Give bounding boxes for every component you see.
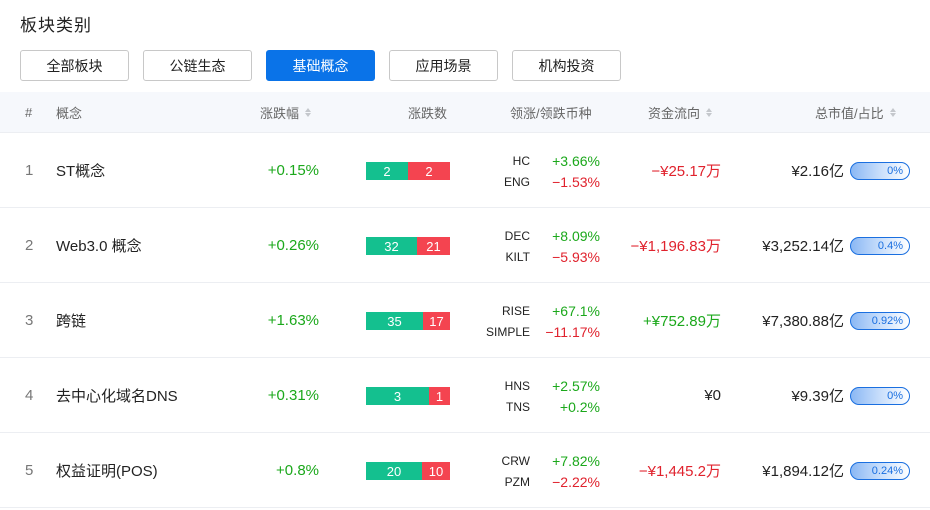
- fund-flow: −¥25.17万: [651, 163, 721, 180]
- category-tabs: 全部板块 公链生态 基础概念 应用场景 机构投资: [20, 50, 635, 81]
- market-share-pill: 0.92%: [850, 312, 910, 330]
- tab-basic-concepts[interactable]: 基础概念: [266, 50, 375, 81]
- leader-symbol[interactable]: SIMPLE: [470, 325, 530, 339]
- col-fund-flow-label: 资金流向: [648, 106, 701, 121]
- col-market-cap[interactable]: 总市值/占比: [815, 92, 896, 133]
- col-change-label: 涨跌幅: [260, 106, 300, 121]
- col-leaders: 领涨/领跌币种: [510, 106, 592, 121]
- leader-percent: +2.57%: [552, 377, 600, 394]
- leader-percent: +8.09%: [552, 227, 600, 244]
- leader-percent: +0.2%: [559, 398, 600, 415]
- market-share-pill: 0%: [850, 387, 910, 405]
- leader-symbol[interactable]: CRW: [470, 454, 530, 468]
- leader-percent: +7.82%: [552, 452, 600, 469]
- market-share-pill: 0%: [850, 162, 910, 180]
- fund-flow: ¥0: [704, 387, 721, 404]
- col-concept: 概念: [56, 106, 83, 121]
- col-market-cap-label: 总市值/占比: [815, 106, 884, 121]
- col-fund-flow[interactable]: 资金流向: [648, 92, 713, 133]
- leader-symbol[interactable]: DEC: [470, 229, 530, 243]
- sort-icon[interactable]: [305, 108, 312, 117]
- table-row[interactable]: 1 ST概念 +0.15% 2 2 HC +3.66% ENG −1.53% −¥2…: [0, 133, 930, 208]
- col-up-down-count: 涨跌数: [408, 106, 448, 121]
- leader-symbol[interactable]: KILT: [470, 250, 530, 264]
- fund-flow: −¥1,196.83万: [630, 238, 722, 255]
- leader-symbol[interactable]: RISE: [470, 304, 530, 318]
- sector-table-body: 1 ST概念 +0.15% 2 2 HC +3.66% ENG −1.53% −¥2…: [0, 133, 930, 508]
- market-share-pill: 0.4%: [850, 237, 910, 255]
- leader-symbol[interactable]: HNS: [470, 379, 530, 393]
- fund-flow: −¥1,445.2万: [638, 463, 721, 480]
- market-cap: ¥7,380.88亿: [762, 313, 844, 330]
- sort-icon[interactable]: [706, 108, 713, 117]
- leader-percent: +67.1%: [552, 302, 600, 319]
- market-cap: ¥3,252.14亿: [762, 238, 844, 255]
- table-row[interactable]: 4 去中心化域名DNS +0.31% 3 1 HNS +2.57% TNS +0.2…: [0, 358, 930, 433]
- leader-symbol[interactable]: PZM: [470, 475, 530, 489]
- fund-flow: +¥752.89万: [643, 313, 721, 330]
- table-header: # 概念 涨跌幅 涨跌数 领涨/领跌币种 资金流向 总市值/占比: [0, 92, 930, 133]
- section-title: 板块类别: [20, 16, 92, 35]
- tab-institutional[interactable]: 机构投资: [512, 50, 621, 81]
- tab-all-sectors[interactable]: 全部板块: [20, 50, 129, 81]
- col-change[interactable]: 涨跌幅: [260, 92, 312, 133]
- leader-percent: +3.66%: [552, 152, 600, 169]
- tab-public-chain[interactable]: 公链生态: [143, 50, 252, 81]
- leader-percent: −5.93%: [552, 248, 600, 265]
- leader-percent: −11.17%: [545, 323, 600, 340]
- leader-symbol[interactable]: HC: [470, 154, 530, 168]
- table-row[interactable]: 3 跨链 +1.63% 35 17 RISE +67.1% SIMPLE −11.1…: [0, 283, 930, 358]
- leader-percent: −1.53%: [552, 173, 600, 190]
- tab-applications[interactable]: 应用场景: [389, 50, 498, 81]
- sort-icon[interactable]: [889, 108, 896, 117]
- market-cap: ¥1,894.12亿: [762, 463, 844, 480]
- leader-symbol[interactable]: TNS: [470, 400, 530, 414]
- market-cap: ¥9.39亿: [791, 388, 844, 405]
- leader-percent: −2.22%: [552, 473, 600, 490]
- leader-symbol[interactable]: ENG: [470, 175, 530, 189]
- market-share-pill: 0.24%: [850, 462, 910, 480]
- table-row[interactable]: 2 Web3.0 概念 +0.26% 32 21 DEC +8.09% KILT −…: [0, 208, 930, 283]
- col-index: #: [25, 105, 33, 120]
- market-cap: ¥2.16亿: [791, 163, 844, 180]
- table-row[interactable]: 5 权益证明(POS) +0.8% 20 10 CRW +7.82% PZM −2.…: [0, 433, 930, 508]
